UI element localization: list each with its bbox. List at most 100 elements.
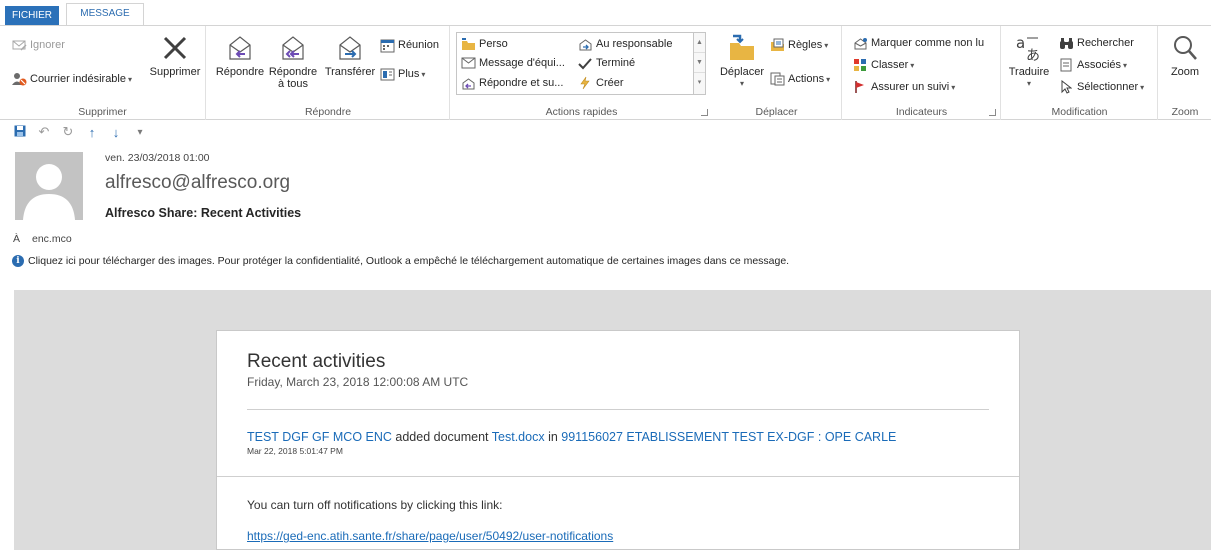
activity-time: Mar 22, 2018 5:01:47 PM: [247, 446, 343, 456]
quick-step-reply-delete-label: Répondre et su...: [479, 77, 564, 89]
mark-unread-label: Marquer comme non lu: [871, 37, 985, 49]
forward-icon: [334, 32, 366, 64]
find-button[interactable]: Rechercher: [1058, 35, 1134, 51]
divider: [247, 409, 989, 410]
chevron-down-icon: ▾: [1123, 60, 1128, 70]
meeting-button[interactable]: Réunion: [379, 37, 439, 53]
move-folder-icon: [726, 32, 758, 64]
quick-step-team-message[interactable]: Message d'équi...: [460, 55, 565, 71]
junk-icon: [11, 71, 27, 87]
reply-all-label-2: à tous: [278, 78, 308, 90]
delete-button[interactable]: Supprimer: [147, 32, 203, 78]
lightning-icon: [577, 75, 593, 91]
redo-icon[interactable]: ↻: [56, 124, 80, 140]
recipient-label: À: [13, 233, 21, 245]
categorize-button[interactable]: Classer ▾: [852, 57, 914, 73]
more-label: Plus: [398, 68, 420, 80]
info-icon: i: [12, 255, 24, 267]
svg-text:a: a: [1016, 34, 1025, 52]
chevron-down-icon: ▾: [128, 74, 133, 84]
ignore-button[interactable]: Ignorer: [11, 37, 65, 53]
scroll-down-icon[interactable]: ▼: [694, 53, 705, 73]
group-modification: aあ Traduire ▾ Rechercher Associés ▾ Séle…: [1002, 26, 1158, 120]
unread-envelope-icon: [852, 35, 868, 51]
quick-step-create[interactable]: Créer: [577, 75, 624, 91]
translate-button[interactable]: aあ Traduire ▾: [1008, 32, 1050, 90]
translate-label: Traduire: [1008, 66, 1050, 78]
rules-button[interactable]: Règles ▾: [769, 37, 828, 53]
group-label-supprimer: Supprimer: [78, 106, 127, 118]
message-sender[interactable]: alfresco@alfresco.org: [105, 172, 290, 194]
svg-text:あ: あ: [1026, 48, 1040, 63]
quick-step-reply-delete[interactable]: Répondre et su...: [460, 75, 563, 91]
reply-all-icon: [277, 32, 309, 64]
arrow-up-icon[interactable]: ↑: [80, 125, 104, 140]
undo-icon[interactable]: ↶: [32, 124, 56, 140]
forward-button[interactable]: Transférer: [321, 32, 379, 78]
magnifier-icon: [1169, 32, 1201, 64]
quick-steps-gallery: Perso Message d'équi... Répondre et su..…: [456, 32, 706, 95]
zoom-label: Zoom: [1170, 66, 1200, 78]
meeting-label: Réunion: [398, 39, 439, 51]
more-icon: [379, 66, 395, 82]
junk-mail-button[interactable]: Courrier indésirable ▾: [11, 71, 132, 87]
reply-icon: [224, 32, 256, 64]
more-button[interactable]: Plus ▾: [379, 66, 425, 82]
arrow-down-icon[interactable]: ↓: [104, 125, 128, 140]
email-title: Recent activities: [247, 351, 386, 372]
junk-label: Courrier indésirable: [30, 73, 126, 85]
ignore-icon: [11, 37, 27, 53]
ribbon: Ignorer Courrier indésirable ▾ Supprimer…: [0, 25, 1211, 120]
zoom-button[interactable]: Zoom: [1164, 32, 1206, 78]
follow-up-label: Assurer un suivi: [871, 81, 950, 93]
rules-label: Règles: [788, 39, 823, 51]
save-icon[interactable]: [8, 125, 32, 140]
group-zoom: Zoom Zoom: [1159, 26, 1211, 120]
reply-button[interactable]: Répondre: [214, 32, 266, 78]
find-label: Rechercher: [1077, 37, 1134, 49]
recipient[interactable]: enc.mco: [32, 233, 72, 245]
scroll-up-icon[interactable]: ▲: [694, 33, 705, 53]
activity-user-link[interactable]: TEST DGF GF MCO ENC: [247, 430, 392, 444]
meeting-icon: [379, 37, 395, 53]
dialog-launcher-icon[interactable]: [701, 109, 708, 116]
gallery-scrollbar[interactable]: ▲ ▼ ▾: [693, 33, 705, 94]
forward-envelope-icon: [577, 36, 593, 52]
notification-settings-link[interactable]: https://ged-enc.atih.sante.fr/share/page…: [247, 529, 613, 543]
image-download-infobar[interactable]: i Cliquez ici pour télécharger des image…: [12, 255, 789, 267]
quick-step-done[interactable]: Terminé: [577, 55, 635, 71]
ribbon-tabbar: FICHIER MESSAGE: [0, 0, 1211, 26]
select-button[interactable]: Sélectionner ▾: [1058, 79, 1144, 95]
message-subject: Alfresco Share: Recent Activities: [105, 206, 302, 220]
tab-fichier[interactable]: FICHIER: [5, 6, 59, 25]
categorize-icon: [852, 57, 868, 73]
activity-document-link[interactable]: Test.docx: [492, 430, 545, 444]
group-repondre: Répondre Répondre à tous Transférer Réun…: [207, 26, 450, 120]
activity-action: added document: [391, 430, 492, 444]
group-label-actions-rapides: Actions rapides: [545, 106, 618, 118]
related-button[interactable]: Associés ▾: [1058, 57, 1127, 73]
chevron-down-icon: ▾: [1140, 82, 1145, 92]
actions-button[interactable]: Actions ▾: [769, 71, 830, 87]
message-date: ven. 23/03/2018 01:00: [105, 152, 210, 164]
group-label-modification: Modification: [1051, 106, 1108, 118]
gallery-expand-icon[interactable]: ▾: [694, 73, 705, 93]
follow-up-button[interactable]: Assurer un suivi ▾: [852, 79, 955, 95]
infobar-text: Cliquez ici pour télécharger des images.…: [28, 255, 790, 267]
tab-message[interactable]: MESSAGE: [66, 3, 144, 26]
move-button[interactable]: Déplacer ▾: [717, 32, 767, 90]
activity-site-link[interactable]: 991156027 ETABLISSEMENT TEST EX-DGF : OP…: [561, 430, 896, 444]
quick-step-create-label: Créer: [596, 77, 624, 89]
customize-toolbar-icon[interactable]: ▾: [128, 127, 152, 138]
group-supprimer: Ignorer Courrier indésirable ▾ Supprimer…: [0, 26, 206, 120]
quick-access-toolbar: ↶ ↻ ↑ ↓ ▾: [0, 121, 1211, 143]
avatar: [15, 152, 83, 220]
actions-icon: [769, 71, 785, 87]
envelope-icon: [460, 55, 476, 71]
reply-all-button[interactable]: Répondre à tous: [266, 32, 320, 90]
mark-unread-button[interactable]: Marquer comme non lu: [852, 35, 984, 51]
dialog-launcher-icon[interactable]: [989, 109, 996, 116]
chevron-down-icon: ▾: [910, 60, 915, 70]
quick-step-perso[interactable]: Perso: [460, 36, 508, 52]
quick-step-manager[interactable]: Au responsable: [577, 36, 672, 52]
